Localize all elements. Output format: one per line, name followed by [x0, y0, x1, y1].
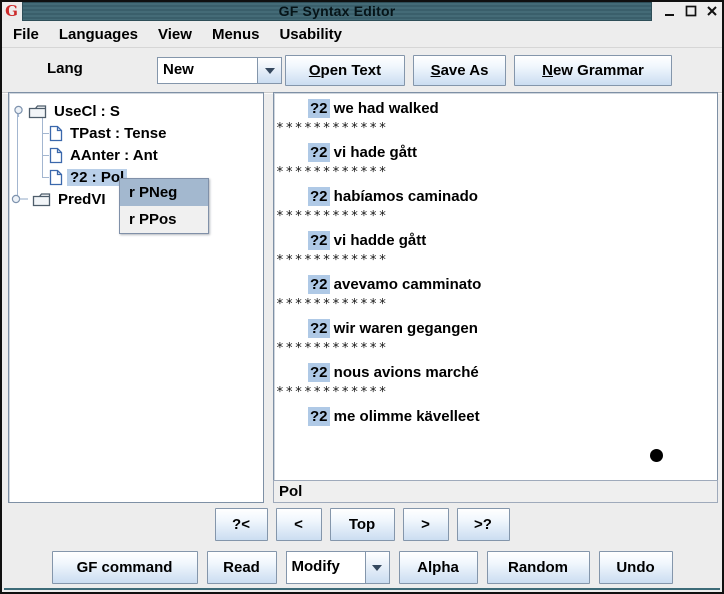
lin-focus-token[interactable]: ?2 [308, 187, 330, 206]
new-grammar-button[interactable]: New Grammar [514, 55, 672, 86]
alpha-button[interactable]: Alpha [399, 551, 478, 584]
read-button[interactable]: Read [207, 551, 277, 584]
tree-node-label[interactable]: UseCl : S [51, 103, 123, 120]
modify-select[interactable]: Modify [286, 551, 390, 584]
tree-connector [17, 112, 18, 195]
lang-select[interactable]: New [157, 57, 282, 84]
lin-separator: ************ [274, 253, 717, 273]
nav-button-next[interactable]: > [403, 508, 449, 541]
lin-line: ?2 avevamo camminato [274, 273, 717, 297]
document-icon [49, 147, 63, 164]
close-icon[interactable] [705, 4, 719, 18]
tree-node-label[interactable]: PredVI [55, 191, 109, 208]
menu-item-languages[interactable]: Languages [58, 24, 139, 45]
tree-node-label[interactable]: AAnter : Ant [67, 147, 161, 164]
gf-command-button[interactable]: GF command [52, 551, 198, 584]
focused-category-label: Pol [279, 483, 302, 500]
save-as-button[interactable]: Save As [413, 55, 506, 86]
lin-separator: ************ [274, 385, 717, 405]
lin-focus-token[interactable]: ?2 [308, 143, 330, 162]
document-icon [49, 169, 63, 186]
undo-button[interactable]: Undo [599, 551, 673, 584]
action-row: GF command Read Modify Alpha Random Undo [2, 551, 722, 584]
maximize-icon[interactable] [684, 4, 698, 18]
window-frame-accent [4, 588, 720, 590]
gf-logo-icon: G [2, 2, 21, 21]
tree-row-usecl-s[interactable]: UseCl : S [13, 101, 123, 121]
tree-row-aanter-ant[interactable]: AAnter : Ant [49, 145, 161, 165]
toolbar-buttons: Open Text Save As New Grammar [285, 55, 672, 86]
nav-button-next-q[interactable]: >? [457, 508, 510, 541]
tree-row-tpast-tense[interactable]: TPast : Tense [49, 123, 169, 143]
nav-button-prev[interactable]: < [276, 508, 322, 541]
minimize-icon[interactable] [663, 4, 677, 18]
lin-line: ?2 nous avions marché [274, 361, 717, 385]
lin-line: ?2 vi hadde gått [274, 229, 717, 253]
lang-select-value: New [158, 58, 257, 83]
folder-icon [28, 104, 47, 119]
tree-connector [42, 133, 49, 134]
lin-output: ?2 we had walked************?2 vi hade g… [274, 97, 717, 429]
lin-line: ?2 vi hade gått [274, 141, 717, 165]
window-title: GF Syntax Editor [279, 3, 396, 19]
lin-focus-token[interactable]: ?2 [308, 99, 330, 118]
title-strip: GF Syntax Editor [22, 2, 652, 21]
menu-item-file[interactable]: File [12, 24, 40, 45]
lin-line: ?2 me olimme kävelleet [274, 405, 717, 429]
expand-handle-icon[interactable] [13, 105, 24, 117]
chevron-down-icon[interactable] [257, 58, 281, 83]
lin-separator: ************ [274, 297, 717, 317]
lin-focus-token[interactable]: ?2 [308, 363, 330, 382]
tree-node-label[interactable]: TPast : Tense [67, 125, 169, 142]
nav-button-top[interactable]: Top [330, 508, 395, 541]
lin-focus-token[interactable]: ?2 [308, 407, 330, 426]
open-text-button[interactable]: Open Text [285, 55, 405, 86]
linearization-panel[interactable]: ?2 we had walked************?2 vi hade g… [273, 92, 718, 481]
lin-line: ?2 habíamos caminado [274, 185, 717, 209]
syntax-tree-panel[interactable]: UseCl : S TPast : Tense AAnter : Ant ?2 : P… [8, 92, 264, 503]
modify-select-value: Modify [287, 552, 365, 583]
toolbar: Lang New Open Text Save As New Grammar [2, 48, 722, 93]
lang-label: Lang [47, 60, 83, 77]
refinement-popup-menu: r PNegr PPos [119, 178, 209, 234]
tree-connector [42, 117, 43, 178]
menu-item-usability[interactable]: Usability [278, 24, 343, 45]
collapse-handle-icon[interactable] [11, 194, 28, 204]
menu-item-view[interactable]: View [157, 24, 193, 45]
tree-row-2-pol[interactable]: ?2 : Pol [49, 167, 127, 187]
tree-connector [42, 155, 49, 156]
document-icon [49, 125, 63, 142]
lin-separator: ************ [274, 121, 717, 141]
app-window: G GF Syntax Editor File Languages View Menu… [0, 0, 724, 594]
menu-bar: File Languages View Menus Usability [2, 21, 722, 48]
folder-icon [32, 192, 51, 207]
lin-focus-token[interactable]: ?2 [308, 275, 330, 294]
lin-separator: ************ [274, 165, 717, 185]
menu-item-menus[interactable]: Menus [211, 24, 261, 45]
lin-focus-token[interactable]: ?2 [308, 231, 330, 250]
random-button[interactable]: Random [487, 551, 590, 584]
window-controls [663, 4, 719, 18]
lin-focus-token[interactable]: ?2 [308, 319, 330, 338]
tree-connector [42, 177, 49, 178]
tree-row-predvi[interactable]: PredVI [11, 189, 109, 209]
title-bar: G GF Syntax Editor [2, 2, 722, 21]
status-strip: Pol [273, 480, 718, 503]
popup-item-r-ppos[interactable]: r PPos [120, 206, 208, 233]
nav-button-prev-q[interactable]: ?< [215, 508, 268, 541]
chevron-down-icon[interactable] [365, 552, 389, 583]
navigation-row: ?<<Top>>? [2, 508, 722, 541]
lin-line: ?2 wir waren gegangen [274, 317, 717, 341]
lin-separator: ************ [274, 209, 717, 229]
lin-separator: ************ [274, 341, 717, 361]
popup-item-r-pneg[interactable]: r PNeg [120, 179, 208, 206]
cursor-dot [650, 449, 663, 462]
lin-line: ?2 we had walked [274, 97, 717, 121]
